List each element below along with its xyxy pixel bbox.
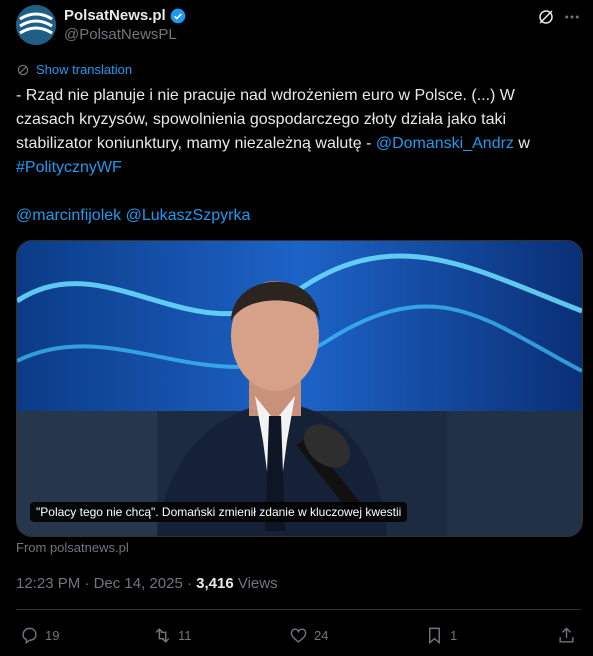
more-options-icon[interactable] [563, 8, 581, 26]
tweet-date[interactable]: Dec 14, 2025 [94, 575, 183, 592]
tweet-meta: 12:23 PM · Dec 14, 2025 · 3,416 Views [16, 575, 278, 592]
reply-icon [22, 627, 37, 645]
link-source[interactable]: From polsatnews.pl [16, 540, 129, 555]
meta-separator: · [182, 575, 197, 592]
heart-icon [290, 628, 307, 643]
share-icon [559, 627, 574, 643]
hashtag-link[interactable]: #PolitycznyWF [16, 159, 122, 176]
tweet-body-in: w [513, 135, 530, 152]
views-label: Views [233, 575, 278, 592]
grok-icon[interactable] [537, 8, 555, 26]
bookmark-button[interactable]: 1 [425, 626, 457, 645]
reply-button[interactable]: 19 [20, 626, 59, 645]
author-name[interactable]: PolsatNews.pl [64, 7, 166, 24]
translate-icon [17, 64, 29, 75]
tweet-text: - Rząd nie planuje i nie pracuje nad wdr… [16, 84, 576, 228]
bookmark-count: 1 [450, 628, 458, 643]
link-card-image[interactable] [16, 240, 583, 537]
like-count: 24 [314, 628, 329, 643]
author-name-row[interactable]: PolsatNews.pl [64, 7, 186, 24]
repost-icon [155, 628, 170, 643]
mention-link[interactable]: @LukaszSzpyrka [126, 207, 251, 224]
news-photo [17, 241, 582, 536]
bookmark-icon [429, 627, 440, 645]
like-button[interactable]: 24 [289, 626, 328, 645]
meta-separator: · [80, 575, 94, 592]
reply-count: 19 [45, 628, 60, 643]
author-handle[interactable]: @PolsatNewsPL [64, 26, 177, 43]
share-button[interactable] [557, 626, 576, 645]
show-translation-label[interactable]: Show translation [36, 62, 132, 77]
repost-count: 11 [178, 628, 192, 643]
avatar[interactable] [16, 5, 56, 45]
mention-link[interactable]: @Domanski_Andrz [376, 135, 514, 152]
mention-link[interactable]: @marcinfijolek [16, 207, 121, 224]
polsatnews-logo-icon [16, 5, 56, 45]
repost-button[interactable]: 11 [153, 626, 192, 645]
link-card-caption[interactable]: "Polacy tego nie chcą". Domański zmienił… [30, 502, 408, 522]
views-count: 3,416 [196, 575, 234, 592]
show-translation-link[interactable]: Show translation [16, 62, 132, 77]
divider [16, 609, 581, 610]
tweet-time[interactable]: 12:23 PM [16, 575, 80, 592]
verified-badge-icon [170, 8, 186, 23]
